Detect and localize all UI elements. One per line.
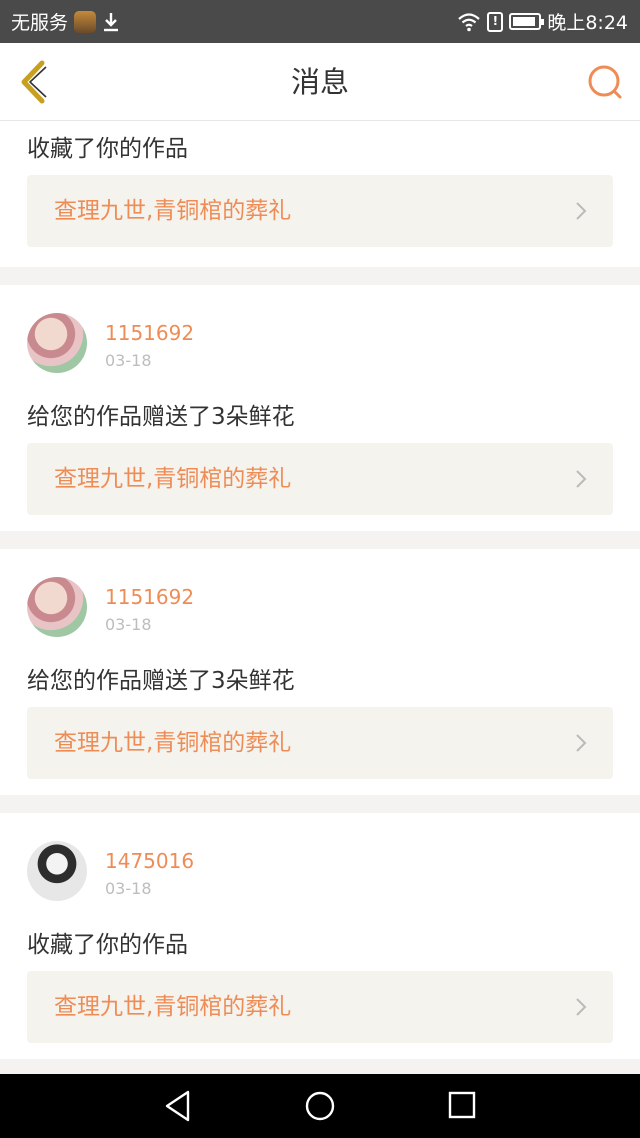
alert-icon: ! xyxy=(487,11,504,32)
recent-square-icon[interactable] xyxy=(448,1091,476,1119)
search-icon[interactable] xyxy=(586,63,624,101)
message-action-text: 给您的作品赠送了3朵鲜花 xyxy=(27,668,295,694)
battery-icon xyxy=(509,13,545,30)
work-title: 查理九世,青铜棺的葬礼 xyxy=(54,730,292,756)
work-link[interactable]: 查理九世,青铜棺的葬礼 xyxy=(27,707,613,779)
clock-text: 晚上8:24 xyxy=(547,12,628,34)
work-title: 查理九世,青铜棺的葬礼 xyxy=(54,198,292,224)
carrier-text: 无服务 xyxy=(11,12,69,34)
chevron-right-icon xyxy=(576,998,587,1016)
work-title: 查理九世,青铜棺的葬礼 xyxy=(54,994,292,1020)
message-card: 1151692 03-18 给您的作品赠送了3朵鲜花 查理九世,青铜棺的葬礼 xyxy=(0,285,640,531)
message-action-text: 收藏了你的作品 xyxy=(27,932,188,958)
home-circle-icon[interactable] xyxy=(304,1090,336,1122)
message-action-text: 收藏了你的作品 xyxy=(27,136,188,162)
chevron-right-icon xyxy=(576,470,587,488)
work-link[interactable]: 查理九世,青铜棺的葬礼 xyxy=(27,443,613,515)
work-link[interactable]: 查理九世,青铜棺的葬礼 xyxy=(27,971,613,1043)
message-card: 1151692 03-18 给您的作品赠送了3朵鲜花 查理九世,青铜棺的葬礼 xyxy=(0,549,640,795)
message-card: 1475016 03-18 收藏了你的作品 查理九世,青铜棺的葬礼 xyxy=(0,813,640,1059)
wifi-icon xyxy=(458,12,481,31)
message-action-text: 给您的作品赠送了3朵鲜花 xyxy=(27,404,295,430)
message-date: 03-18 xyxy=(105,879,152,898)
username[interactable]: 1151692 xyxy=(105,321,194,345)
status-bar: 无服务 ! 晚上8:24 xyxy=(0,0,640,43)
username[interactable]: 1151692 xyxy=(105,585,194,609)
username[interactable]: 1475016 xyxy=(105,849,194,873)
download-icon xyxy=(104,12,119,31)
avatar[interactable] xyxy=(27,313,87,373)
chevron-right-icon xyxy=(576,202,587,220)
message-card: 收藏了你的作品 查理九世,青铜棺的葬礼 xyxy=(0,121,640,267)
system-nav-bar xyxy=(0,1074,640,1138)
back-triangle-icon[interactable] xyxy=(162,1089,194,1123)
message-feed: 收藏了你的作品 查理九世,青铜棺的葬礼 1151692 03-18 给您的作品赠… xyxy=(0,121,640,1077)
chevron-right-icon xyxy=(576,734,587,752)
app-icon xyxy=(74,10,97,33)
message-date: 03-18 xyxy=(105,351,152,370)
status-bar-right: ! 晚上8:24 xyxy=(457,8,628,35)
status-bar-left: 无服务 xyxy=(11,8,120,35)
work-link[interactable]: 查理九世,青铜棺的葬礼 xyxy=(27,175,613,247)
message-date: 03-18 xyxy=(105,615,152,634)
avatar[interactable] xyxy=(27,577,87,637)
header: 消息 xyxy=(0,43,640,121)
page-title: 消息 xyxy=(290,65,349,99)
avatar[interactable] xyxy=(27,841,87,901)
work-title: 查理九世,青铜棺的葬礼 xyxy=(54,466,292,492)
